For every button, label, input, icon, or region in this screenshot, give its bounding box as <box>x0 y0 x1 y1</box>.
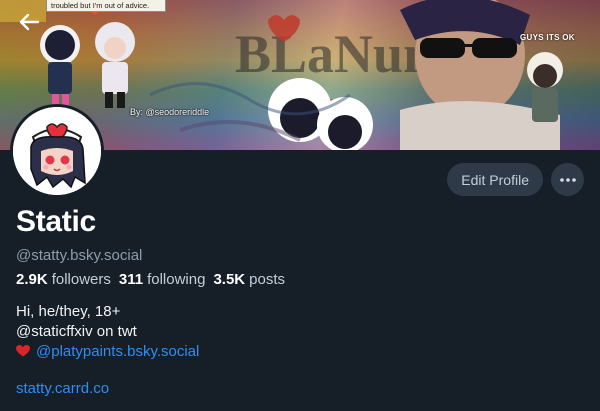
followers-count: 2.9K <box>16 271 48 288</box>
posts-stat: 3.5K posts <box>213 271 285 288</box>
more-options-button[interactable] <box>551 163 584 196</box>
bio-mention-link[interactable]: @platypaints.bsky.social <box>36 343 199 360</box>
banner-tag: GUYS ITS OK <box>520 33 575 42</box>
red-heart-icon <box>16 345 30 357</box>
banner-caption: By: @seodoreriddle <box>130 107 210 117</box>
profile-handle: @statty.bsky.social <box>16 247 143 264</box>
profile-stats: 2.9K followers 311 following 3.5K posts <box>16 271 285 288</box>
avatar[interactable] <box>10 104 104 198</box>
posts-label: posts <box>249 271 285 288</box>
bio-line-3: @platypaints.bsky.social <box>16 342 199 362</box>
avatar-image <box>13 107 101 195</box>
profile-actions: Edit Profile <box>447 163 584 196</box>
following-stat[interactable]: 311 following <box>119 271 206 288</box>
arrow-left-icon <box>19 13 40 31</box>
display-name: Static <box>16 205 96 238</box>
ellipsis-icon <box>559 177 576 182</box>
edit-profile-button[interactable]: Edit Profile <box>447 163 543 196</box>
following-count: 311 <box>118 271 144 288</box>
back-button[interactable] <box>18 13 50 41</box>
bio-website-link[interactable]: statty.carrd.co <box>16 380 109 397</box>
banner-advice-text: troubled but I'm out of advice. <box>46 0 166 12</box>
bio-line-1: Hi, he/they, 18+ <box>16 303 121 320</box>
profile-bio: Hi, he/they, 18+ @staticffxiv on twt @pl… <box>16 302 199 362</box>
posts-count: 3.5K <box>213 271 246 288</box>
followers-stat[interactable]: 2.9K followers <box>16 271 111 288</box>
followers-label: followers <box>51 271 111 288</box>
following-label: following <box>147 271 206 288</box>
bio-line-2: @staticffxiv on twt <box>16 323 137 340</box>
